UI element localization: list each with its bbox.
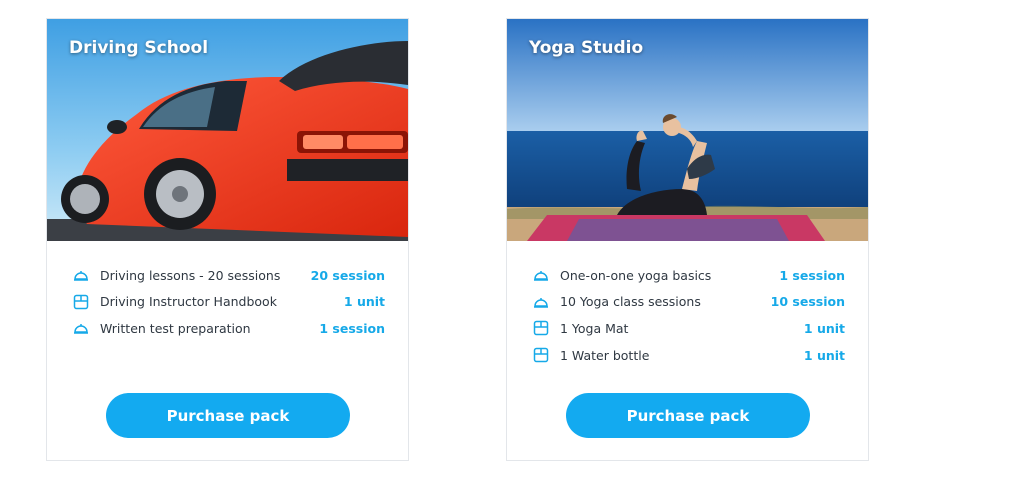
item-label: One-on-one yoga basics <box>560 267 712 283</box>
item-quantity: 1 unit <box>803 320 845 336</box>
item-quantity: 1 session <box>779 267 845 283</box>
pack-items-list: Driving lessons - 20 sessions 20 session… <box>72 262 385 342</box>
box-icon <box>72 293 90 311</box>
card-title: Yoga Studio <box>529 38 644 58</box>
service-bell-icon <box>532 293 550 311</box>
item-label: 1 Water bottle <box>560 347 650 363</box>
list-item: Written test preparation 1 session <box>72 315 385 342</box>
item-quantity: 10 session <box>770 294 845 310</box>
service-bell-icon <box>72 319 90 337</box>
item-label: Written test preparation <box>100 320 251 336</box>
list-item: Driving Instructor Handbook 1 unit <box>72 289 385 316</box>
pack-card-yoga-studio: Yoga Studio One-on-one yoga basics 1 ses… <box>506 18 869 461</box>
card-title: Driving School <box>69 38 209 58</box>
item-label: 1 Yoga Mat <box>560 320 629 336</box>
card-image-yoga-pose: Yoga Studio <box>507 19 868 241</box>
item-label: 10 Yoga class sessions <box>560 294 701 310</box>
item-quantity: 1 unit <box>343 294 385 310</box>
list-item: 1 Water bottle 1 unit <box>532 342 845 369</box>
purchase-pack-button[interactable]: Purchase pack <box>566 393 810 438</box>
list-item: 10 Yoga class sessions 10 session <box>532 289 845 316</box>
item-quantity: 1 session <box>319 320 385 336</box>
pack-card-driving-school: Driving School Driving lessons - 20 sess… <box>46 18 409 461</box>
pack-items-list: One-on-one yoga basics 1 session 10 Yoga… <box>532 262 845 368</box>
item-quantity: 1 unit <box>803 347 845 363</box>
item-label: Driving lessons - 20 sessions <box>100 267 281 283</box>
list-item: One-on-one yoga basics 1 session <box>532 262 845 289</box>
box-icon <box>532 346 550 364</box>
card-image-sports-car: Driving School <box>47 19 408 241</box>
list-item: 1 Yoga Mat 1 unit <box>532 315 845 342</box>
service-bell-icon <box>72 266 90 284</box>
item-label: Driving Instructor Handbook <box>100 294 277 310</box>
service-bell-icon <box>532 266 550 284</box>
item-quantity: 20 session <box>310 267 385 283</box>
box-icon <box>532 319 550 337</box>
list-item: Driving lessons - 20 sessions 20 session <box>72 262 385 289</box>
purchase-pack-button[interactable]: Purchase pack <box>106 393 350 438</box>
